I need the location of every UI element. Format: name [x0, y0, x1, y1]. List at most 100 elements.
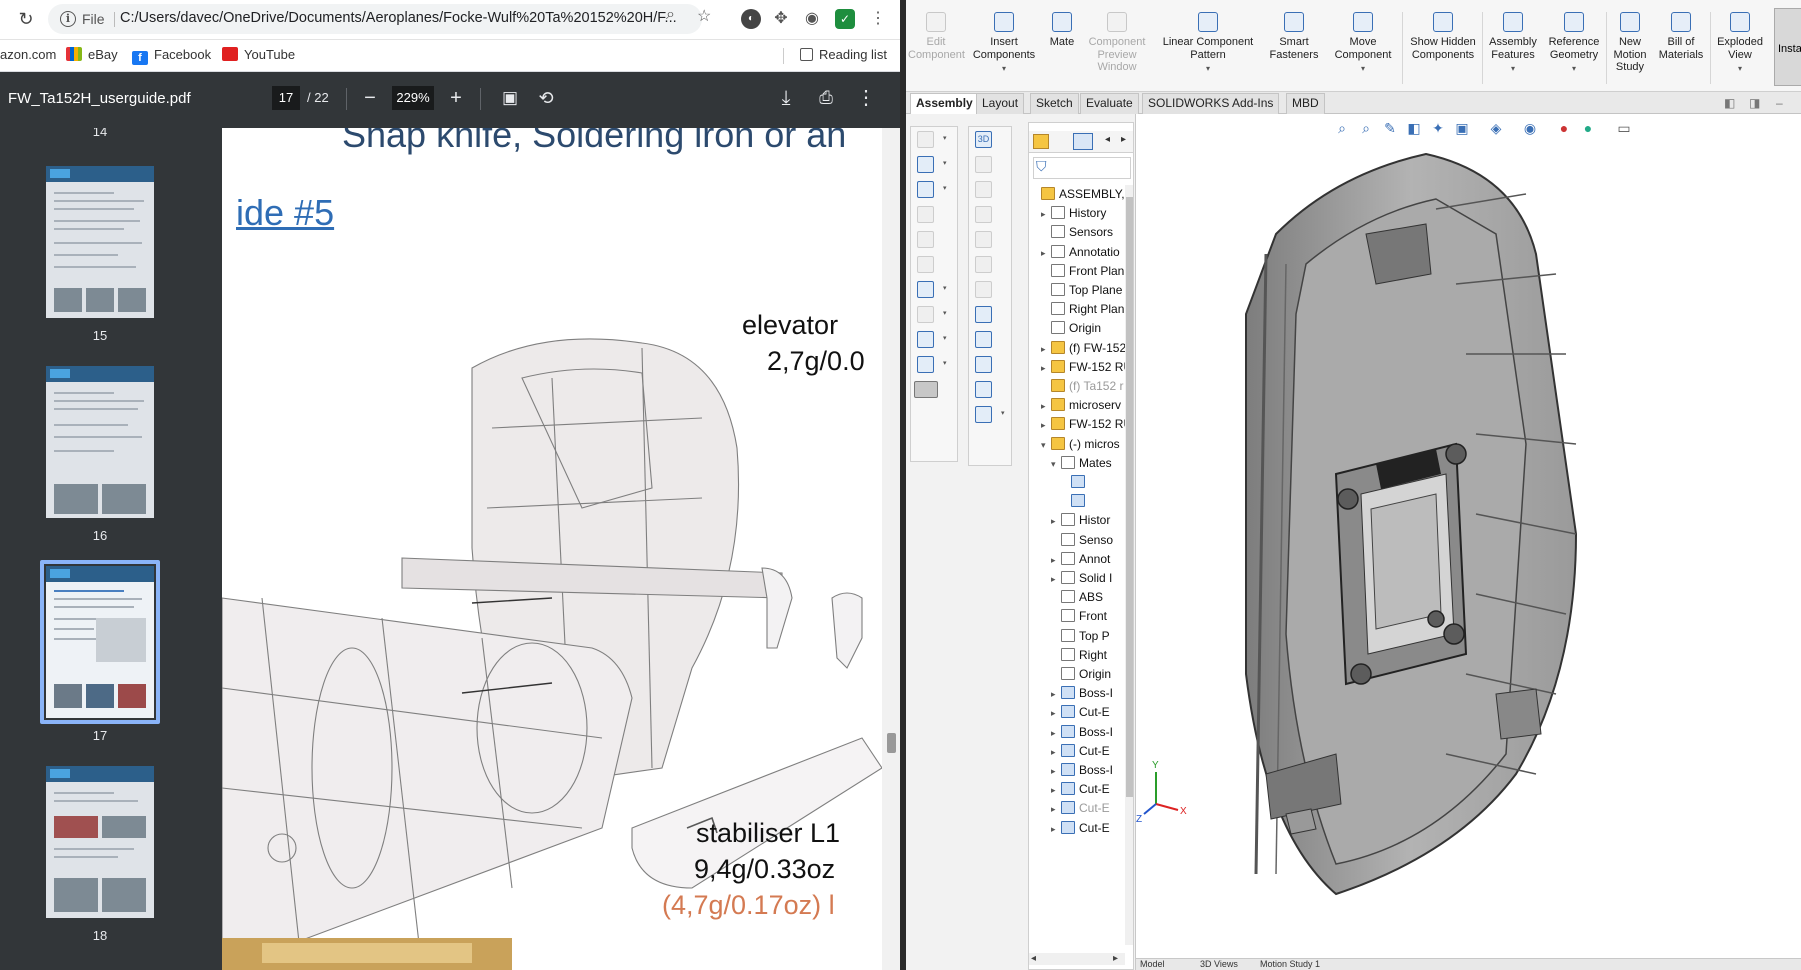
profile-avatar-icon[interactable]: ◉ [802, 9, 822, 29]
extensions-puzzle-icon[interactable]: ✥ [771, 9, 791, 29]
tree-toggle-icon[interactable]: ▸ [1051, 820, 1061, 839]
tool-button[interactable] [969, 177, 1011, 202]
pdf-more-icon[interactable]: ⋮ [854, 86, 878, 110]
tree-toggle-icon[interactable]: ▸ [1051, 762, 1061, 781]
thumbnail-sidebar[interactable]: 14 15 16 17 18 [0, 128, 222, 970]
tree-node[interactable]: ▸ Boss-I [1051, 761, 1113, 780]
tool-button[interactable] [911, 202, 957, 227]
pdf-document-area[interactable]: Snap knife, Soldering iron or an ide #5 … [222, 128, 900, 970]
tool-button[interactable]: ▾ [969, 402, 1011, 427]
tool-button[interactable] [969, 277, 1011, 302]
feature-manager-tree[interactable]: ◂ ▸ ⛉ ASSEMBLY, FW ▸ History Sensors ▸ Annota… [1028, 122, 1134, 970]
tab-scroll-left-icon[interactable]: ◂ [1105, 134, 1110, 145]
instant3d-button[interactable]: Insta [1774, 8, 1801, 86]
bottom-tab[interactable]: 3D Views [1200, 959, 1238, 969]
tree-node[interactable]: ▸ Cut-E [1051, 780, 1110, 799]
tree-node[interactable]: ▸ History [1041, 204, 1106, 223]
tree-toggle-icon[interactable]: ▸ [1041, 205, 1051, 224]
tree-node[interactable]: Senso [1051, 531, 1113, 550]
security-shield-icon[interactable]: ✓ [835, 9, 855, 29]
tree-node[interactable]: ▸ Annotatio [1041, 243, 1120, 262]
dropdown-arrow-icon[interactable]: ▾ [1156, 63, 1260, 76]
zoom-out-icon[interactable]: − [358, 86, 382, 110]
move-component-button[interactable]: Move Component ▾ [1328, 12, 1398, 92]
tree-node[interactable]: Top Plane [1041, 281, 1122, 300]
mate-button[interactable]: Mate [1044, 12, 1080, 92]
tree-node[interactable]: (f) Ta152 r [1041, 377, 1123, 396]
tree-node[interactable]: ▸ Histor [1051, 511, 1110, 530]
tree-node[interactable]: Origin [1051, 665, 1111, 684]
minimize-window-icon[interactable]: – [1776, 96, 1783, 110]
tree-node[interactable]: Top P [1051, 627, 1110, 646]
feature-manager-tab-icon[interactable] [1033, 134, 1049, 149]
tree-node[interactable]: ▸ Cut-E [1051, 703, 1110, 722]
tab-sketch[interactable]: Sketch [1030, 93, 1079, 114]
tree-scrollbar[interactable] [1125, 185, 1133, 945]
reading-list-button[interactable]: Reading list [800, 47, 887, 62]
bottom-tab[interactable]: Motion Study 1 [1260, 959, 1320, 969]
tree-toggle-icon[interactable]: ▾ [1041, 436, 1051, 455]
thumbnail-page[interactable] [46, 166, 154, 318]
tree-node[interactable]: ▸ Cut-E [1051, 819, 1110, 838]
thumbnail-page[interactable] [46, 366, 154, 518]
info-icon[interactable]: i [60, 11, 76, 27]
tab-addins[interactable]: SOLIDWORKS Add-Ins [1142, 93, 1280, 114]
dropdown-arrow-icon[interactable]: ▾ [1328, 63, 1398, 76]
tree-node[interactable]: ▸ FW-152 RU [1041, 415, 1132, 434]
bottom-tab[interactable]: Model [1140, 959, 1165, 969]
show-hidden-button[interactable]: Show Hidden Components [1406, 12, 1480, 92]
bookmark-star-icon[interactable]: ☆ [697, 6, 711, 26]
tree-toggle-icon[interactable]: ▸ [1051, 781, 1061, 800]
graphics-viewport[interactable]: ⌕ ⌕ ✎ ◧ ✦ ▣ ◈ ◉ ● ● ▭ Y X Z [1136, 114, 1801, 970]
tree-node[interactable]: ▸ Boss-I [1051, 723, 1113, 742]
rotate-icon[interactable]: ⟲ [534, 86, 558, 110]
tab-assembly[interactable]: Assembly [910, 93, 979, 114]
tree-toggle-icon[interactable]: ▸ [1041, 244, 1051, 263]
3d-sketch-button[interactable]: 3D [969, 127, 1011, 152]
tree-toggle-icon[interactable]: ▸ [1051, 800, 1061, 819]
tree-node[interactable]: ASSEMBLY, FW [1031, 185, 1133, 204]
tree-node[interactable]: Front Plan [1041, 262, 1124, 281]
bookmark-facebook[interactable]: f Facebook [132, 47, 211, 65]
tree-toggle-icon[interactable]: ▾ [1051, 455, 1061, 474]
tree-node[interactable] [1061, 492, 1089, 511]
tree-node[interactable]: ▸ Annot [1051, 550, 1110, 569]
tab-mbd[interactable]: MBD [1286, 93, 1325, 114]
tool-button[interactable]: ▾ [911, 127, 957, 152]
dropdown-arrow-icon[interactable]: ▾ [1544, 63, 1604, 76]
tree-node[interactable]: ▸ Cut-E [1051, 799, 1110, 818]
bill-of-materials-button[interactable]: Bill of Materials [1656, 12, 1706, 92]
url-text[interactable]: C:/Users/davec/OneDrive/Documents/Aeropl… [120, 10, 700, 26]
bookmark-amazon[interactable]: azon.com [0, 47, 56, 62]
tree-toggle-icon[interactable]: ▸ [1051, 685, 1061, 704]
tool-button[interactable] [969, 352, 1011, 377]
property-manager-tab-icon[interactable] [1073, 133, 1093, 150]
tree-node[interactable]: Front [1051, 607, 1107, 626]
restore-window-icon[interactable]: ◧ [1724, 96, 1735, 110]
tree-node[interactable]: Right [1051, 646, 1107, 665]
new-motion-study-button[interactable]: New Motion Study [1608, 12, 1652, 92]
tree-node[interactable]: Origin [1041, 319, 1101, 338]
tree-toggle-icon[interactable]: ▸ [1041, 340, 1051, 359]
tab-scroll-right-icon[interactable]: ▸ [1121, 134, 1126, 145]
tool-button[interactable] [969, 327, 1011, 352]
insert-components-button[interactable]: Insert Components ▾ [968, 12, 1040, 92]
tool-button[interactable]: ▾ [911, 152, 957, 177]
tool-button[interactable] [911, 227, 957, 252]
tree-node[interactable]: ▾ Mates [1051, 454, 1112, 473]
exploded-view-button[interactable]: Exploded View ▾ [1712, 12, 1768, 92]
tool-button[interactable] [969, 252, 1011, 277]
tree-horizontal-scrollbar[interactable]: ◂ ▸ [1029, 953, 1125, 965]
tree-toggle-icon[interactable]: ▸ [1041, 416, 1051, 435]
dropdown-arrow-icon[interactable]: ▾ [1712, 63, 1768, 76]
tile-window-icon[interactable]: ◨ [1749, 96, 1760, 110]
scroll-right-icon[interactable]: ▸ [1113, 953, 1118, 964]
tool-button[interactable]: ▾ [911, 302, 957, 327]
tree-toggle-icon[interactable]: ▸ [1051, 724, 1061, 743]
tree-node[interactable]: ▸ Cut-E [1051, 742, 1110, 761]
tree-node[interactable]: ▸ Boss-I [1051, 684, 1113, 703]
browser-menu-icon[interactable]: ⋮ [868, 9, 888, 29]
bookmark-youtube[interactable]: YouTube [222, 47, 295, 62]
zoom-level-input[interactable]: 229% [392, 86, 434, 110]
tool-button[interactable] [969, 377, 1011, 402]
